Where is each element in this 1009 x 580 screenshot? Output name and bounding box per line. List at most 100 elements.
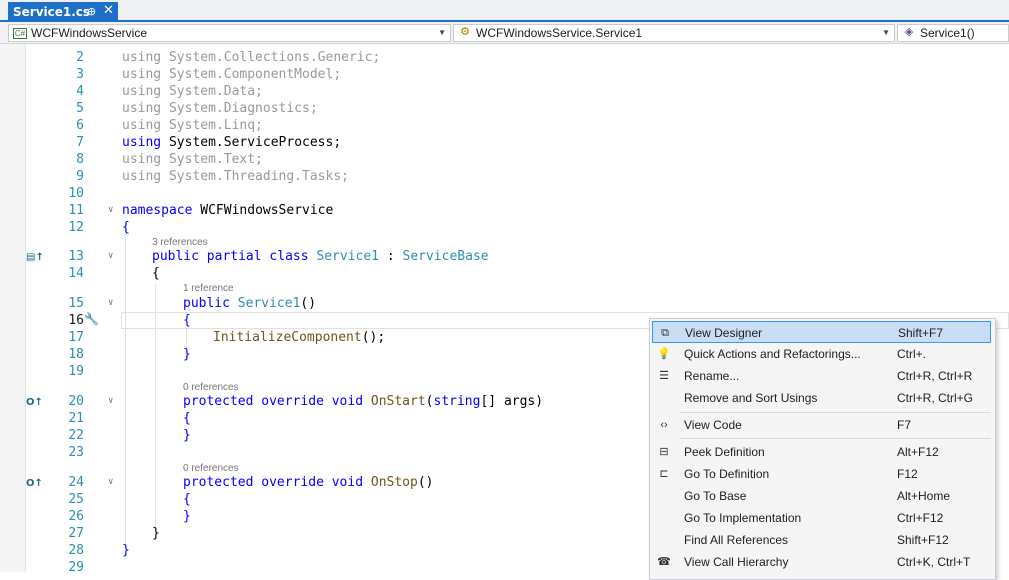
menu-item-shortcut: Ctrl+R, Ctrl+G <box>897 391 974 405</box>
csharp-project-icon: C# <box>13 27 27 39</box>
menu-separator <box>680 438 991 439</box>
code-text: using System.Text; <box>122 152 263 167</box>
code-text: using System.Threading.Tasks; <box>122 169 349 184</box>
menu-item-shortcut: F12 <box>897 467 918 481</box>
collapse-icon[interactable]: ∨ <box>108 202 113 219</box>
menu-item-shortcut: Shift+F12 <box>897 533 949 547</box>
member-dropdown-value: Service1() <box>920 26 975 40</box>
line-number: 28 <box>68 543 84 558</box>
menu-item-shortcut: Alt+F12 <box>897 445 939 459</box>
member-dropdown[interactable]: ◈ Service1() <box>897 24 1009 42</box>
pin-icon[interactable]: ⊕ <box>87 5 96 18</box>
type-dropdown[interactable]: ⚙ WCFWindowsService.Service1 ▼ <box>453 24 895 42</box>
menu-item-remove-sort-usings[interactable]: Remove and Sort Usings Ctrl+R, Ctrl+G <box>652 387 991 409</box>
code-line: 15 ∨ public Service1() <box>0 295 1009 312</box>
line-number: 26 <box>68 509 84 524</box>
menu-item-view-designer[interactable]: ⧉ View Designer Shift+F7 <box>652 321 991 343</box>
line-number: 14 <box>68 266 84 281</box>
collapse-icon[interactable]: ∨ <box>108 248 113 265</box>
line-number: 9 <box>76 169 84 184</box>
menu-item-label: Remove and Sort Usings <box>684 391 818 405</box>
chevron-down-icon: ▼ <box>882 28 890 37</box>
menu-item-shortcut: Alt+Home <box>897 489 951 503</box>
line-number: 16 <box>68 313 84 328</box>
menu-item-peek-definition[interactable]: ⊟ Peek Definition Alt+F12 <box>652 441 991 463</box>
code-line: 6 using System.Linq; <box>0 117 1009 134</box>
line-number: 19 <box>68 364 84 379</box>
menu-item-rename[interactable]: ☰ Rename... Ctrl+R, Ctrl+R <box>652 365 991 387</box>
code-text: { <box>183 313 191 328</box>
code-text: using System.Collections.Generic; <box>122 50 381 65</box>
menu-item-shortcut: F7 <box>897 418 912 432</box>
line-number: 13 <box>68 249 84 264</box>
line-number: 6 <box>76 118 84 133</box>
line-number: 12 <box>68 220 84 235</box>
line-number: 27 <box>68 526 84 541</box>
menu-item-label: Go To Definition <box>684 467 770 481</box>
codelens-references[interactable]: 1 reference <box>183 282 234 296</box>
menu-item-go-to-implementation[interactable]: Go To Implementation Ctrl+F12 <box>652 507 991 529</box>
menu-item-label: View Designer <box>685 326 763 340</box>
context-menu: ⧉ View Designer Shift+F7 💡 Quick Actions… <box>649 318 996 580</box>
chevron-down-icon: ▼ <box>438 28 446 37</box>
close-icon[interactable]: ✕ <box>103 3 114 18</box>
code-line: 5 using System.Diagnostics; <box>0 100 1009 117</box>
line-number: 11 <box>68 203 84 218</box>
code-text: using System.ServiceProcess; <box>122 135 342 150</box>
menu-item-label: Quick Actions and Refactorings... <box>684 347 861 361</box>
menu-item-label: Find All References <box>684 533 789 547</box>
tab-title: Service1.cs <box>13 5 91 19</box>
class-icon: ⚙ <box>460 25 470 38</box>
code-text: public partial class Service1 : ServiceB… <box>152 249 489 264</box>
method-icon: ◈ <box>904 25 914 38</box>
line-number: 23 <box>68 445 84 460</box>
menu-item-shortcut: Ctrl+. <box>897 347 927 361</box>
type-dropdown-value: WCFWindowsService.Service1 <box>476 26 643 40</box>
peek-definition-icon: ⊟ <box>659 446 669 458</box>
line-number: 7 <box>76 135 84 150</box>
menu-item-view-call-hierarchy[interactable]: ☎ View Call Hierarchy Ctrl+K, Ctrl+T <box>652 551 991 573</box>
line-number: 21 <box>68 411 84 426</box>
menu-item-label: Peek Definition <box>684 445 765 459</box>
code-line: 10 <box>0 185 1009 202</box>
collapse-icon[interactable]: ∨ <box>108 474 113 491</box>
code-line: 11 ∨ namespace WCFWindowsService <box>0 202 1009 219</box>
line-number: 2 <box>76 50 84 65</box>
code-text: } <box>183 509 191 524</box>
line-number: 15 <box>68 296 84 311</box>
code-text: } <box>183 347 191 362</box>
project-dropdown[interactable]: C# WCFWindowsService ▼ <box>8 24 451 42</box>
menu-item-go-to-base[interactable]: Go To Base Alt+Home <box>652 485 991 507</box>
code-text: public Service1() <box>183 296 317 311</box>
menu-item-shortcut: Ctrl+F12 <box>897 511 944 525</box>
go-to-definition-icon: ⊏ <box>659 468 669 480</box>
lightbulb-icon: 💡 <box>657 348 671 360</box>
code-line: 3 using System.ComponentModel; <box>0 66 1009 83</box>
code-text: } <box>152 526 160 541</box>
menu-item-find-all-references[interactable]: Find All References Shift+F12 <box>652 529 991 551</box>
call-hierarchy-icon: ☎ <box>657 556 671 568</box>
collapse-icon[interactable]: ∨ <box>108 295 113 312</box>
code-text: { <box>152 266 160 281</box>
code-text: InitializeComponent(); <box>213 330 386 345</box>
line-number: 17 <box>68 330 84 345</box>
code-text: { <box>122 220 130 235</box>
code-icon: ‹› <box>660 419 668 431</box>
code-text: { <box>183 492 191 507</box>
collapse-icon[interactable]: ∨ <box>108 393 113 410</box>
menu-item-label: View Code <box>684 418 742 432</box>
project-dropdown-value: WCFWindowsService <box>31 26 148 40</box>
code-text: using System.Linq; <box>122 118 263 133</box>
tab-service1-cs[interactable]: Service1.cs ⊕ ✕ <box>8 2 118 22</box>
menu-item-label: View Call Hierarchy <box>684 555 789 569</box>
line-number: 4 <box>76 84 84 99</box>
code-line: 7 using System.ServiceProcess; <box>0 134 1009 151</box>
line-number: 10 <box>68 186 84 201</box>
code-line: 12 { <box>0 219 1009 236</box>
menu-item-quick-actions[interactable]: 💡 Quick Actions and Refactorings... Ctrl… <box>652 343 991 365</box>
menu-item-view-code[interactable]: ‹› View Code F7 <box>652 414 991 436</box>
menu-item-go-to-definition[interactable]: ⊏ Go To Definition F12 <box>652 463 991 485</box>
menu-item-label: Rename... <box>684 369 740 383</box>
code-line: 9 using System.Threading.Tasks; <box>0 168 1009 185</box>
line-number: 25 <box>68 492 84 507</box>
